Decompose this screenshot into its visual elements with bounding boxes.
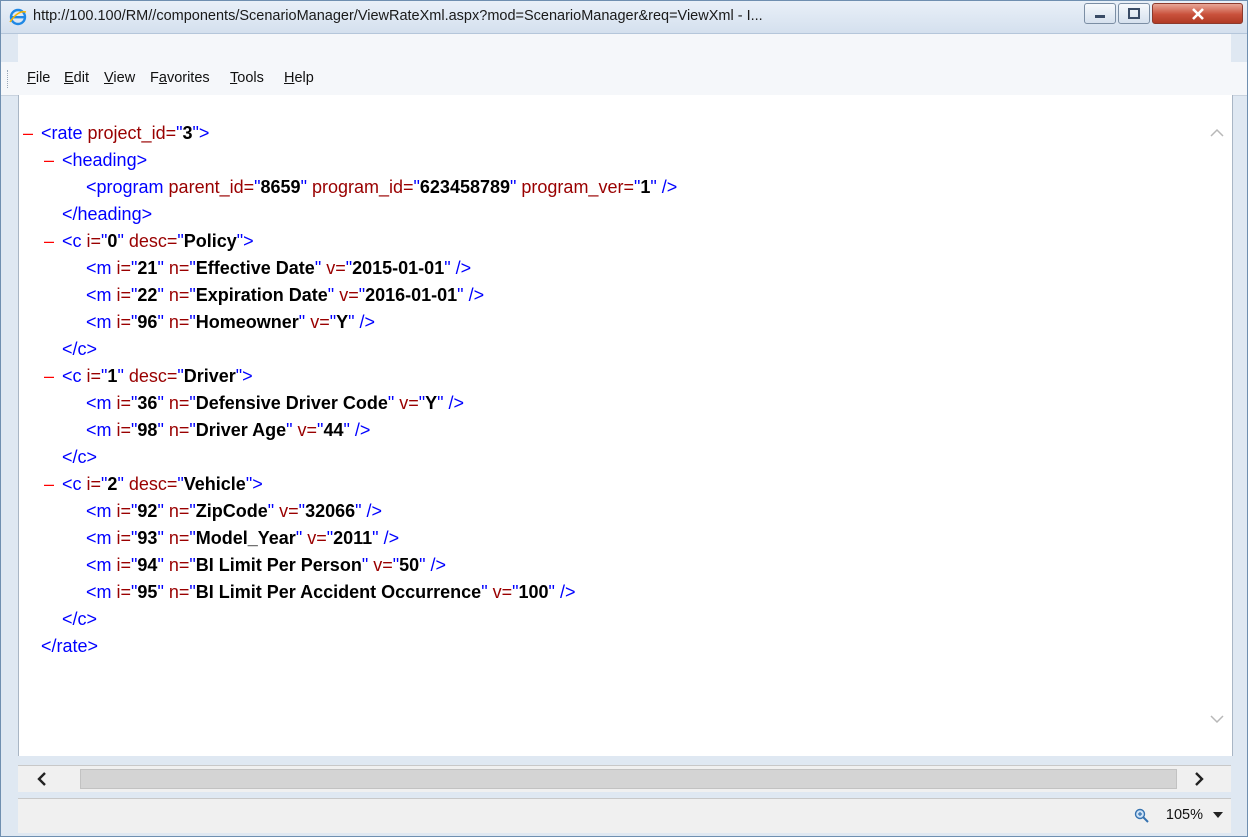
scroll-left-icon[interactable] bbox=[32, 769, 52, 789]
xml-c-open: – <c i="2" desc="Vehicle"> bbox=[44, 471, 263, 498]
xml-c-close: </c> bbox=[62, 339, 98, 359]
xml-program-element: <program parent_id="8659" program_id="62… bbox=[86, 177, 678, 197]
maximize-button[interactable] bbox=[1118, 3, 1150, 24]
xml-c-open: – <c i="0" desc="Policy"> bbox=[44, 228, 254, 255]
xml-m-element: <m i="21" n="Effective Date" v="2015-01-… bbox=[86, 258, 472, 278]
minimize-icon bbox=[1095, 14, 1105, 18]
scroll-down-icon[interactable] bbox=[1202, 705, 1232, 735]
menu-edit[interactable]: Edit bbox=[64, 70, 89, 86]
status-bar: 105% bbox=[18, 798, 1231, 833]
zoom-icon bbox=[1134, 808, 1149, 823]
menu-bar: File Edit View Favorites Tools Help bbox=[1, 62, 1247, 96]
horizontal-scroll-thumb[interactable] bbox=[80, 769, 1177, 789]
xml-m-element: <m i="93" n="Model_Year" v="2011" /> bbox=[86, 528, 400, 548]
minimize-button[interactable] bbox=[1084, 3, 1116, 24]
menu-file[interactable]: File bbox=[27, 70, 50, 86]
scroll-right-icon[interactable] bbox=[1189, 769, 1209, 789]
vertical-scrollbar[interactable] bbox=[1202, 95, 1232, 756]
menu-view[interactable]: View bbox=[104, 70, 135, 86]
xml-m-element: <m i="36" n="Defensive Driver Code" v="Y… bbox=[86, 393, 465, 413]
window-title: http://100.100/RM//components/ScenarioMa… bbox=[33, 8, 763, 24]
xml-m-element: <m i="95" n="BI Limit Per Accident Occur… bbox=[86, 582, 576, 602]
xml-m-element: <m i="22" n="Expiration Date" v="2016-01… bbox=[86, 285, 485, 305]
title-bar: http://100.100/RM//components/ScenarioMa… bbox=[1, 1, 1247, 34]
xml-c-open: – <c i="1" desc="Driver"> bbox=[44, 363, 253, 390]
menu-tools[interactable]: Tools bbox=[230, 70, 264, 86]
menubar-grip bbox=[7, 70, 11, 88]
browser-window: http://100.100/RM//components/ScenarioMa… bbox=[0, 0, 1248, 837]
toolbar-strip bbox=[18, 34, 1231, 62]
xml-rate-open: – <rate project_id="3"> bbox=[23, 120, 209, 147]
xml-m-element: <m i="96" n="Homeowner" v="Y" /> bbox=[86, 312, 376, 332]
scroll-up-icon[interactable] bbox=[1202, 117, 1232, 147]
collapse-toggle[interactable]: – bbox=[23, 120, 33, 147]
xml-rate-close: </rate> bbox=[41, 636, 99, 656]
internet-explorer-icon bbox=[9, 8, 27, 26]
zoom-level[interactable]: 105% bbox=[1166, 807, 1203, 823]
maximize-icon bbox=[1128, 7, 1140, 19]
close-icon bbox=[1191, 7, 1204, 20]
xml-m-element: <m i="92" n="ZipCode" v="32066" /> bbox=[86, 501, 383, 521]
xml-m-element: <m i="98" n="Driver Age" v="44" /> bbox=[86, 420, 371, 440]
xml-c-close: </c> bbox=[62, 609, 98, 629]
collapse-toggle[interactable]: – bbox=[44, 147, 54, 174]
collapse-toggle[interactable]: – bbox=[44, 471, 54, 498]
horizontal-scrollbar[interactable] bbox=[18, 765, 1231, 792]
menu-favorites[interactable]: Favorites bbox=[150, 70, 210, 86]
xml-heading-open: – <heading> bbox=[44, 147, 147, 174]
close-button[interactable] bbox=[1152, 3, 1243, 24]
menu-help[interactable]: Help bbox=[284, 70, 314, 86]
zoom-dropdown-icon[interactable] bbox=[1213, 812, 1223, 818]
xml-heading-close: </heading> bbox=[62, 204, 153, 224]
xml-document-view: – <rate project_id="3"> – <heading> <progr… bbox=[18, 95, 1233, 756]
collapse-toggle[interactable]: – bbox=[44, 363, 54, 390]
xml-c-close: </c> bbox=[62, 447, 98, 467]
collapse-toggle[interactable]: – bbox=[44, 228, 54, 255]
xml-m-element: <m i="94" n="BI Limit Per Person" v="50"… bbox=[86, 555, 447, 575]
